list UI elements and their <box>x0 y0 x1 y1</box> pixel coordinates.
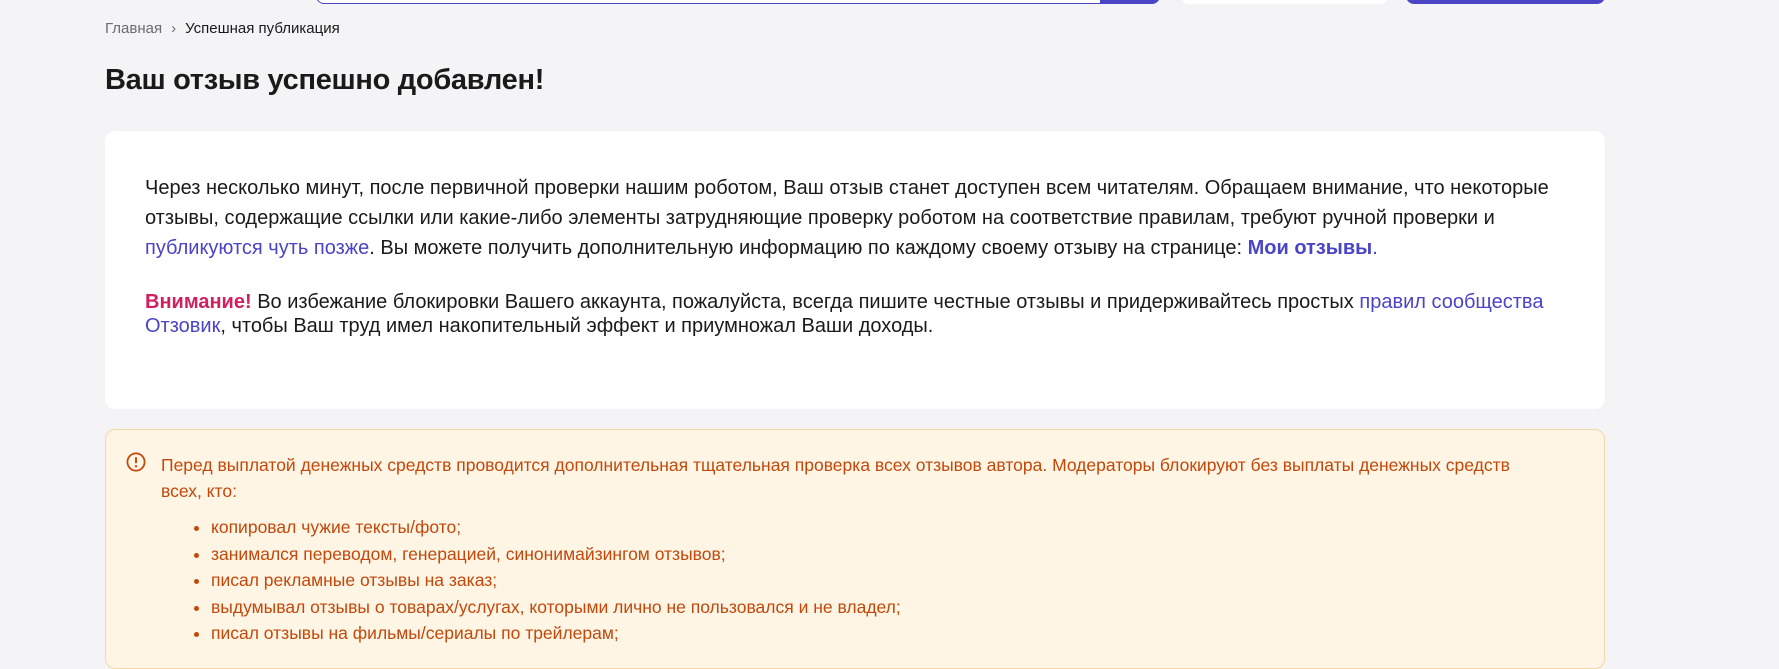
info-text-end: . <box>1372 237 1378 259</box>
list-item: писал рекламные отзывы на заказ; <box>211 567 1544 594</box>
search-input[interactable] <box>316 0 1101 4</box>
header-secondary-button[interactable] <box>1181 0 1388 4</box>
warning-paragraph: Внимание! Во избежание блокировки Вашего… <box>145 290 1565 338</box>
info-text-1: Через несколько минут, после первичной п… <box>145 177 1549 229</box>
my-reviews-link[interactable]: Мои отзывы <box>1248 237 1373 259</box>
warning-label: Внимание! <box>145 291 252 313</box>
published-later-link[interactable]: публикуются чуть позже <box>145 237 369 259</box>
breadcrumb-separator: › <box>171 20 177 37</box>
breadcrumb-home-link[interactable]: Главная <box>105 20 162 37</box>
warning-text-2: , чтобы Ваш труд имел накопительный эффе… <box>220 315 934 337</box>
list-item: занимался переводом, генерацией, синоним… <box>211 541 1544 568</box>
exclamation-circle-icon <box>126 452 146 472</box>
top-header <box>0 0 1779 6</box>
alert-list: копировал чужие тексты/фото; занимался п… <box>161 514 1544 647</box>
info-text-2: . Вы можете получить дополнительную инфо… <box>369 237 1248 259</box>
info-paragraph: Через несколько минут, после первичной п… <box>145 173 1565 263</box>
breadcrumb: Главная › Успешная публикация <box>105 20 340 37</box>
alert-text: Перед выплатой денежных средств проводит… <box>161 455 1510 501</box>
list-item: копировал чужие тексты/фото; <box>211 514 1544 541</box>
search-button[interactable] <box>1101 0 1160 4</box>
page-title: Ваш отзыв успешно добавлен! <box>105 64 545 96</box>
header-primary-button[interactable] <box>1406 0 1605 4</box>
list-item: выдумывал отзывы о товарах/услугах, кото… <box>211 594 1544 621</box>
list-item: писал отзывы на фильмы/сериалы по трейле… <box>211 620 1544 647</box>
warning-text-1: Во избежание блокировки Вашего аккаунта,… <box>251 291 1360 313</box>
payout-warning-alert: Перед выплатой денежных средств проводит… <box>105 429 1605 669</box>
success-info-card: Через несколько минут, после первичной п… <box>105 131 1605 409</box>
breadcrumb-current: Успешная публикация <box>185 20 340 37</box>
